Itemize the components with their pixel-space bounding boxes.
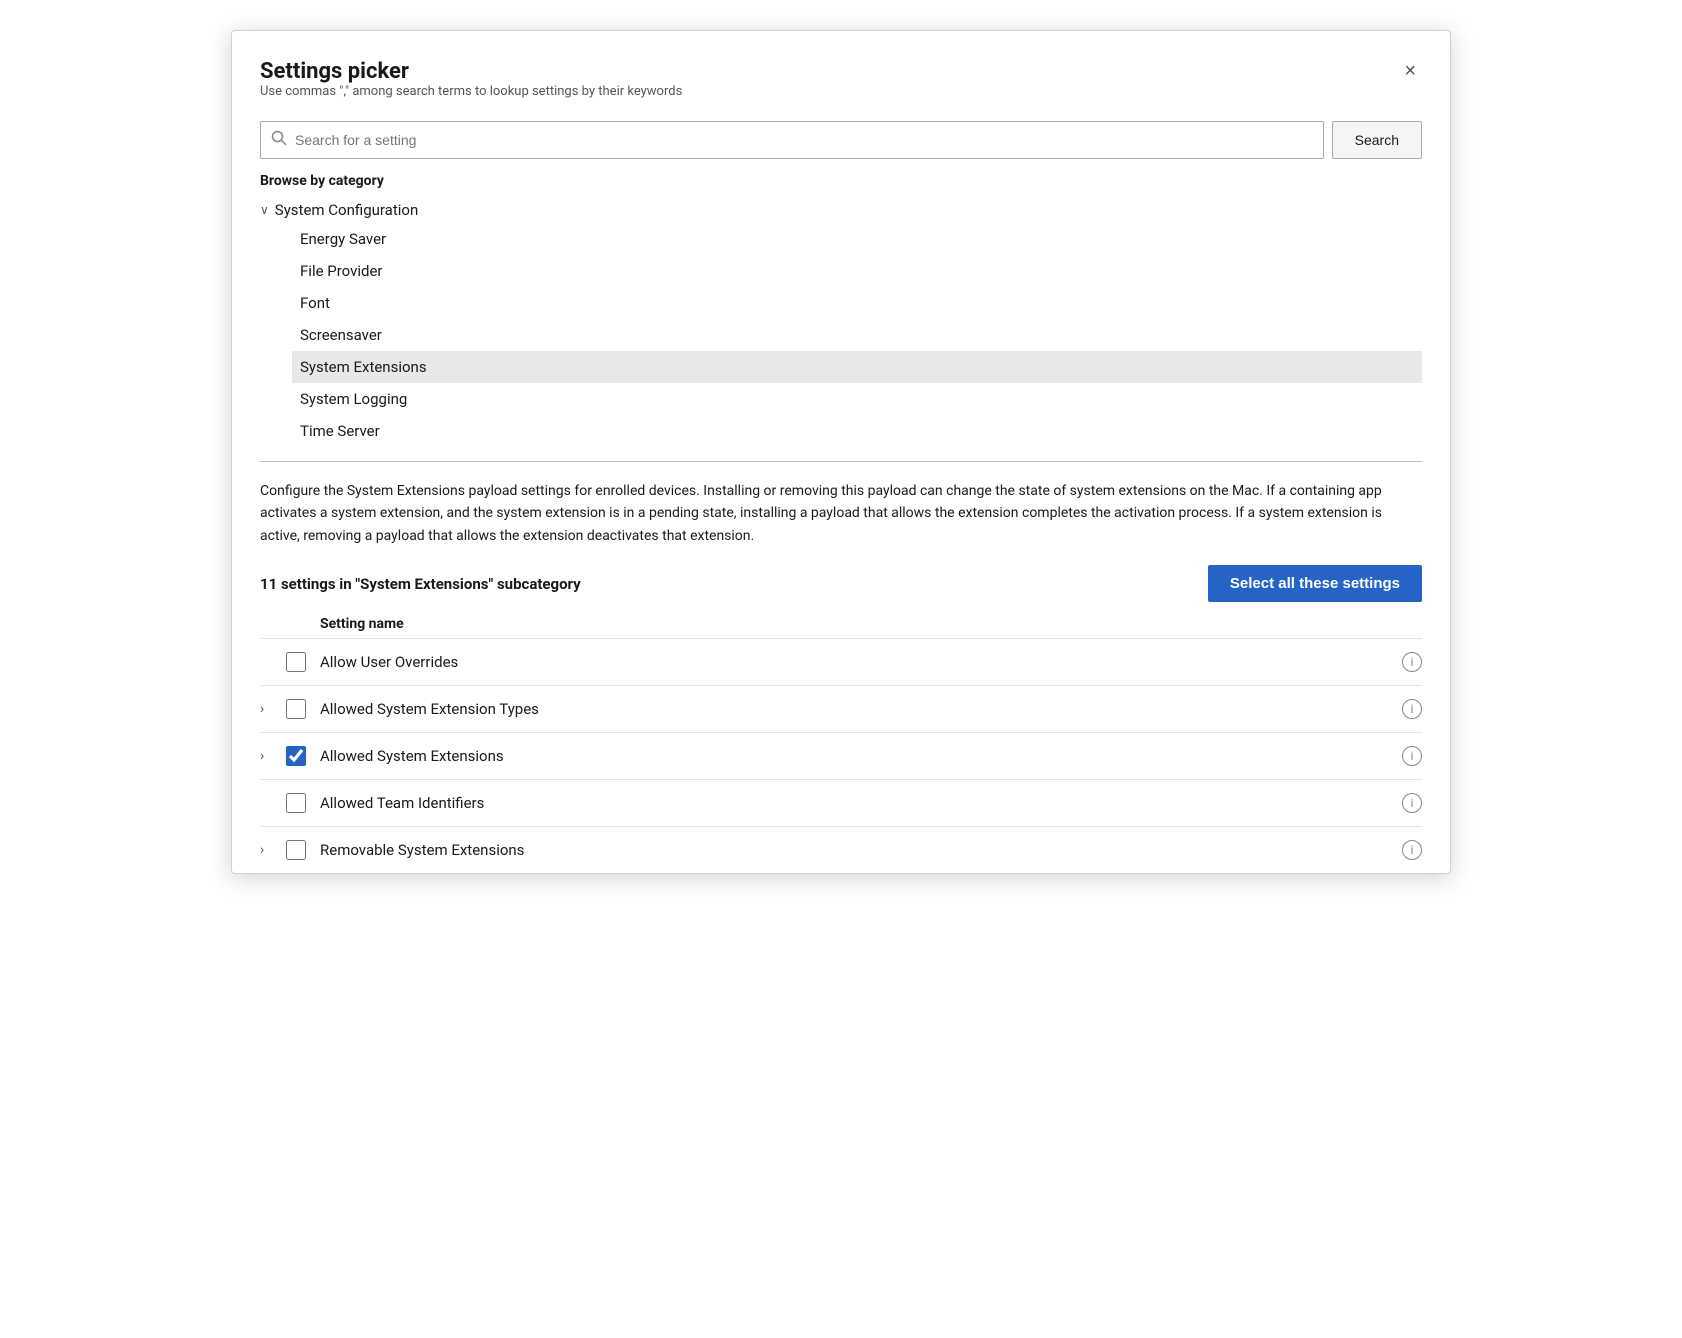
info-icon-allow-user-overrides[interactable]: i	[1402, 652, 1422, 672]
description-text: Configure the System Extensions payload …	[260, 480, 1422, 547]
table-row: › Removable System Extensions i	[260, 826, 1422, 873]
table-row: › Allowed System Extensions i	[260, 732, 1422, 779]
search-row: Search	[260, 121, 1422, 159]
setting-label-allowed-system-extension-types: Allowed System Extension Types	[320, 700, 1392, 718]
select-all-button[interactable]: Select all these settings	[1208, 565, 1422, 602]
setting-label-allowed-system-extensions: Allowed System Extensions	[320, 747, 1392, 765]
settings-picker-dialog: Settings picker Use commas "," among sea…	[231, 30, 1451, 874]
search-input[interactable]	[295, 132, 1313, 148]
expand-icon-allowed-extension-types[interactable]: ›	[260, 701, 282, 717]
category-header[interactable]: ∨ System Configuration	[260, 197, 1422, 223]
info-icon-allowed-system-extension-types[interactable]: i	[1402, 699, 1422, 719]
expand-icon-placeholder-2	[260, 795, 282, 811]
dialog-subtitle: Use commas "," among search terms to loo…	[260, 84, 682, 99]
expand-icon-removable-system-extensions[interactable]: ›	[260, 842, 282, 858]
category-name: System Configuration	[275, 201, 418, 219]
info-icon-removable-system-extensions[interactable]: i	[1402, 840, 1422, 860]
expand-icon-placeholder	[260, 654, 282, 670]
table-row: Allowed Team Identifiers i	[260, 779, 1422, 826]
info-icon-allowed-system-extensions[interactable]: i	[1402, 746, 1422, 766]
search-button[interactable]: Search	[1332, 121, 1422, 159]
subcategory-list: Energy Saver File Provider Font Screensa…	[292, 223, 1422, 447]
table-row: › Allowed System Extension Types i	[260, 685, 1422, 732]
subcategory-item-screensaver[interactable]: Screensaver	[292, 319, 1422, 351]
setting-label-allow-user-overrides: Allow User Overrides	[320, 653, 1392, 671]
settings-list: Allow User Overrides i › Allowed System …	[260, 638, 1422, 873]
browse-label: Browse by category	[260, 173, 1422, 189]
checkbox-allowed-team-identifiers[interactable]	[286, 793, 306, 813]
info-icon-allowed-team-identifiers[interactable]: i	[1402, 793, 1422, 813]
dialog-title-area: Settings picker Use commas "," among sea…	[260, 59, 682, 115]
search-input-wrap	[260, 121, 1324, 159]
subcategory-item-system-extensions[interactable]: System Extensions	[292, 351, 1422, 383]
subcategory-item-font[interactable]: Font	[292, 287, 1422, 319]
expand-icon-allowed-system-extensions[interactable]: ›	[260, 748, 282, 764]
dialog-header: Settings picker Use commas "," among sea…	[260, 59, 1422, 115]
subcategory-item-system-logging[interactable]: System Logging	[292, 383, 1422, 415]
table-row: Allow User Overrides i	[260, 638, 1422, 685]
subcategory-item-file-provider[interactable]: File Provider	[292, 255, 1422, 287]
close-button[interactable]: ×	[1398, 59, 1422, 83]
setting-label-allowed-team-identifiers: Allowed Team Identifiers	[320, 794, 1392, 812]
settings-column-header: Setting name	[260, 616, 1422, 638]
checkbox-removable-system-extensions[interactable]	[286, 840, 306, 860]
checkbox-allowed-system-extension-types[interactable]	[286, 699, 306, 719]
checkbox-allow-user-overrides[interactable]	[286, 652, 306, 672]
chevron-down-icon: ∨	[260, 203, 269, 217]
checkbox-allowed-system-extensions[interactable]	[286, 746, 306, 766]
setting-label-removable-system-extensions: Removable System Extensions	[320, 841, 1392, 859]
search-icon	[271, 130, 287, 150]
subcategory-item-energy-saver[interactable]: Energy Saver	[292, 223, 1422, 255]
settings-count: 11 settings in "System Extensions" subca…	[260, 575, 581, 593]
settings-count-row: 11 settings in "System Extensions" subca…	[260, 565, 1422, 602]
category-tree: ∨ System Configuration Energy Saver File…	[260, 197, 1422, 447]
dialog-title: Settings picker	[260, 59, 682, 84]
subcategory-item-time-server[interactable]: Time Server	[292, 415, 1422, 447]
section-divider	[260, 461, 1422, 462]
